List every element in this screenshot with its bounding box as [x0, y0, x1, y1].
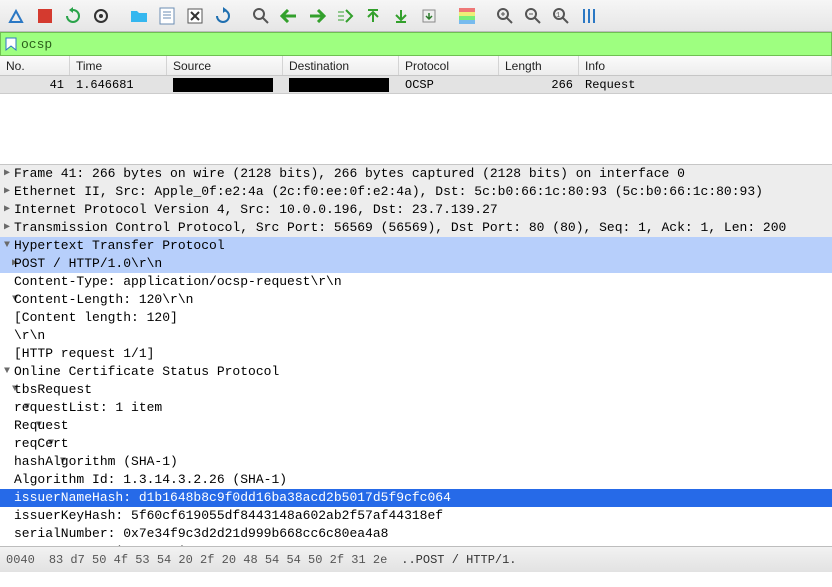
auto-scroll-icon[interactable]	[416, 3, 442, 29]
go-to-packet-icon[interactable]	[332, 3, 358, 29]
cell-length: 266	[499, 78, 579, 92]
packet-details-tree: ▶Frame 41: 266 bytes on wire (2128 bits)…	[0, 164, 832, 546]
hex-view-row[interactable]: 0040 83 d7 50 4f 53 54 20 2f 20 48 54 54…	[0, 546, 832, 572]
restart-capture-icon[interactable]	[60, 3, 86, 29]
tree-http-post[interactable]: ▶ POST / HTTP/1.0\r\n	[0, 255, 832, 273]
column-source[interactable]: Source	[167, 56, 283, 75]
tree-serial-number[interactable]: serialNumber: 0x7e34f9c3d2d21d999b668cc6…	[0, 525, 832, 543]
hex-offset: 0040	[6, 553, 35, 567]
tree-issuer-key-hash[interactable]: issuerKeyHash: 5f60cf619055df8443148a602…	[0, 507, 832, 525]
tree-crlf[interactable]: \r\n	[0, 327, 832, 345]
packet-list-header: No. Time Source Destination Protocol Len…	[0, 56, 832, 76]
column-time[interactable]: Time	[70, 56, 167, 75]
bookmark-icon[interactable]	[5, 37, 17, 51]
packet-row[interactable]: 41 1.646681 OCSP 266 Request	[0, 76, 832, 94]
go-first-icon[interactable]	[360, 3, 386, 29]
colorize-icon[interactable]	[454, 3, 480, 29]
tree-tbs-request[interactable]: ▼ tbsRequest	[0, 381, 832, 399]
column-protocol[interactable]: Protocol	[399, 56, 499, 75]
tree-ocsp[interactable]: ▼Online Certificate Status Protocol	[0, 363, 832, 381]
tree-http[interactable]: ▼Hypertext Transfer Protocol	[0, 237, 832, 255]
packet-list-empty	[0, 94, 832, 164]
tree-ip[interactable]: ▶Internet Protocol Version 4, Src: 10.0.…	[0, 201, 832, 219]
go-back-icon[interactable]	[276, 3, 302, 29]
hex-bytes: 83 d7 50 4f 53 54 20 2f 20 48 54 54 50 2…	[49, 553, 387, 567]
tree-issuer-name-hash[interactable]: issuerNameHash: d1b1648b8c9f0dd16ba38acd…	[0, 489, 832, 507]
resize-columns-icon[interactable]	[576, 3, 602, 29]
shark-fin-icon[interactable]	[4, 3, 30, 29]
save-file-icon[interactable]	[154, 3, 180, 29]
close-file-icon[interactable]	[182, 3, 208, 29]
find-icon[interactable]	[248, 3, 274, 29]
reload-icon[interactable]	[210, 3, 236, 29]
tree-hash-algorithm[interactable]: ▼ hashAlgorithm (SHA-1)	[0, 453, 832, 471]
tree-content-type[interactable]: Content-Type: application/ocsp-request\r…	[0, 273, 832, 291]
column-length[interactable]: Length	[499, 56, 579, 75]
display-filter-bar	[0, 32, 832, 56]
tree-http-request[interactable]: [HTTP request 1/1]	[0, 345, 832, 363]
main-toolbar: 1	[0, 0, 832, 32]
cell-time: 1.646681	[70, 78, 167, 92]
display-filter-input[interactable]	[21, 37, 827, 52]
cell-protocol: OCSP	[399, 78, 499, 92]
zoom-out-icon[interactable]	[520, 3, 546, 29]
tree-frame[interactable]: ▶Frame 41: 266 bytes on wire (2128 bits)…	[0, 165, 832, 183]
tree-ethernet[interactable]: ▶Ethernet II, Src: Apple_0f:e2:4a (2c:f0…	[0, 183, 832, 201]
cell-source-redacted	[173, 78, 273, 92]
tree-request[interactable]: ▼ Request	[0, 417, 832, 435]
tree-algorithm-id[interactable]: Algorithm Id: 1.3.14.3.2.26 (SHA-1)	[0, 471, 832, 489]
options-icon[interactable]	[88, 3, 114, 29]
tree-request-list[interactable]: ▼ requestList: 1 item	[0, 399, 832, 417]
stop-capture-icon[interactable]	[32, 3, 58, 29]
column-no[interactable]: No.	[0, 56, 70, 75]
tree-req-cert[interactable]: ▼ reqCert	[0, 435, 832, 453]
tree-content-length-value[interactable]: [Content length: 120]	[0, 309, 832, 327]
hex-ascii: ..POST / HTTP/1.	[401, 553, 516, 567]
column-destination[interactable]: Destination	[283, 56, 399, 75]
tree-tcp[interactable]: ▶Transmission Control Protocol, Src Port…	[0, 219, 832, 237]
zoom-in-icon[interactable]	[492, 3, 518, 29]
go-forward-icon[interactable]	[304, 3, 330, 29]
column-info[interactable]: Info	[579, 56, 832, 75]
cell-destination-redacted	[289, 78, 389, 92]
tree-content-length[interactable]: ▼ Content-Length: 120\r\n	[0, 291, 832, 309]
zoom-reset-icon[interactable]: 1	[548, 3, 574, 29]
cell-info: Request	[579, 78, 832, 92]
go-last-icon[interactable]	[388, 3, 414, 29]
cell-no: 41	[0, 78, 70, 92]
open-file-icon[interactable]	[126, 3, 152, 29]
svg-text:1: 1	[556, 12, 560, 20]
